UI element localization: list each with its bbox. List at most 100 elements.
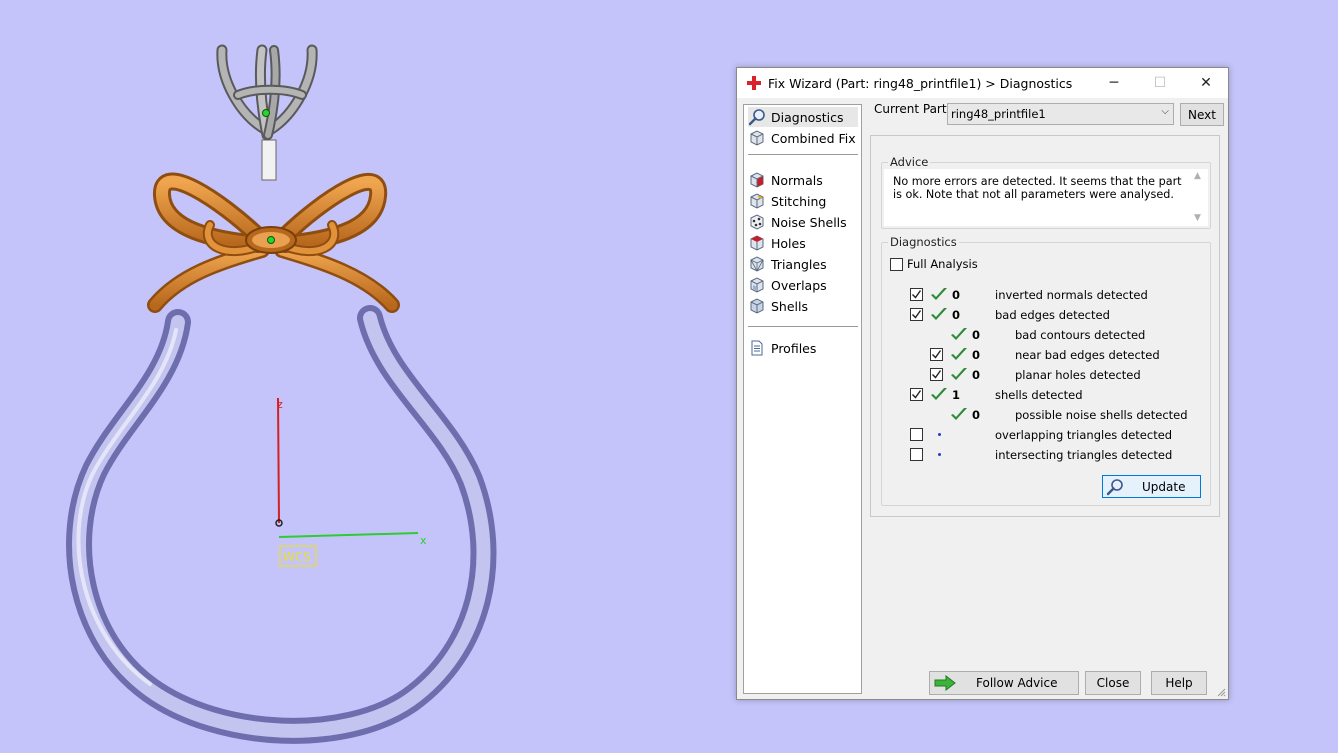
nav-label: Overlaps xyxy=(771,277,827,293)
bow xyxy=(147,172,400,313)
status-ok-icon xyxy=(931,388,947,400)
nav-item-stitching[interactable]: Stitching xyxy=(748,191,826,211)
nav-separator xyxy=(748,326,858,327)
diagnostic-count: 1 xyxy=(952,388,961,402)
status-ok-icon xyxy=(951,348,967,360)
resize-grip-icon[interactable] xyxy=(1216,687,1226,697)
diagnostic-count: 0 xyxy=(972,408,981,422)
normals-cube-icon xyxy=(750,172,764,188)
diagnostic-checkbox[interactable] xyxy=(930,368,943,381)
nav-item-shells[interactable]: Shells xyxy=(748,296,808,316)
diagnostic-row: intersecting triangles detected xyxy=(882,445,1202,465)
advice-scrollbar[interactable]: ▲ ▼ xyxy=(1191,169,1208,226)
nav-item-combined-fix[interactable]: Combined Fix xyxy=(748,128,856,148)
advice-textbox[interactable]: No more errors are detected. It seems th… xyxy=(884,169,1208,226)
chevron-down-icon: ⌵ xyxy=(1161,106,1169,117)
nav-item-diagnostics[interactable]: Diagnostics xyxy=(748,107,858,127)
window-title: Fix Wizard (Part: ring48_printfile1) > D… xyxy=(768,75,1073,91)
3d-viewport[interactable]: z x WCS xyxy=(0,0,700,753)
scroll-up-icon[interactable]: ▲ xyxy=(1194,171,1201,181)
full-analysis-option[interactable]: Full Analysis xyxy=(890,257,978,271)
advice-group: Advice No more errors are detected. It s… xyxy=(881,155,1211,229)
update-label: Update xyxy=(1142,479,1186,494)
nav-item-profiles[interactable]: Profiles xyxy=(748,338,816,358)
diagnostic-row: 0 inverted normals detected xyxy=(882,285,1202,305)
diagnostic-count: 0 xyxy=(972,368,981,382)
diagnostics-panel: Advice No more errors are detected. It s… xyxy=(870,135,1220,517)
status-not-run-icon xyxy=(938,453,941,456)
nav-item-noise-shells[interactable]: Noise Shells xyxy=(748,212,847,232)
checkmark-icon xyxy=(912,390,922,399)
full-analysis-checkbox[interactable] xyxy=(890,257,903,271)
status-ok-icon xyxy=(951,368,967,380)
maximize-button[interactable]: ☐ xyxy=(1137,68,1183,98)
diagnostic-checkbox[interactable] xyxy=(910,308,923,321)
status-not-run-icon xyxy=(938,433,941,436)
cube-icon xyxy=(750,130,764,146)
diagnostic-row: 0 bad edges detected xyxy=(882,305,1202,325)
diagnostic-label: possible noise shells detected xyxy=(1015,408,1188,422)
nav-separator xyxy=(748,154,858,155)
nav-label: Noise Shells xyxy=(771,214,847,230)
diagnostic-row: overlapping triangles detected xyxy=(882,425,1202,445)
checkmark-icon xyxy=(912,290,922,299)
help-button[interactable]: Help xyxy=(1151,671,1207,695)
next-button[interactable]: Next xyxy=(1180,103,1224,126)
diagnostic-label: near bad edges detected xyxy=(1015,348,1160,362)
diagnostics-title: Diagnostics xyxy=(888,235,959,249)
diagnostic-label: overlapping triangles detected xyxy=(995,428,1173,442)
nav-item-overlaps[interactable]: Overlaps xyxy=(748,275,827,295)
axis-z-label: z xyxy=(277,398,283,411)
red-cross-icon xyxy=(747,76,761,90)
diagnostic-checkbox[interactable] xyxy=(910,288,923,301)
diagnostic-row: 0 possible noise shells detected xyxy=(882,405,1202,425)
scroll-down-icon[interactable]: ▼ xyxy=(1194,213,1201,223)
diagnostic-row: 1 shells detected xyxy=(882,385,1202,405)
nav-label: Shells xyxy=(771,298,809,314)
advice-text: No more errors are detected. It seems th… xyxy=(893,175,1182,201)
diagnostic-checkbox[interactable] xyxy=(910,388,923,401)
diagnostic-checkbox[interactable] xyxy=(910,448,923,461)
nav-item-normals[interactable]: Normals xyxy=(748,170,823,190)
follow-advice-button[interactable]: Follow Advice xyxy=(929,671,1079,695)
axis-x-label: x xyxy=(420,534,427,547)
shells-cube-icon xyxy=(750,298,764,314)
diagnostic-count: 0 xyxy=(952,288,961,302)
update-button[interactable]: Update xyxy=(1102,475,1201,498)
current-part-select[interactable]: ring48_printfile1 ⌵ xyxy=(947,103,1174,125)
checkmark-icon xyxy=(932,350,942,359)
prong-setting xyxy=(216,44,318,181)
nav-item-triangles[interactable]: Triangles xyxy=(748,254,827,274)
diagnostic-checkbox[interactable] xyxy=(910,428,923,441)
close-button[interactable]: Close xyxy=(1085,671,1141,695)
minimize-button[interactable]: ─ xyxy=(1091,68,1137,98)
diagnostic-count: 0 xyxy=(972,328,981,342)
advice-title: Advice xyxy=(888,155,931,169)
stitching-cube-icon xyxy=(750,193,764,209)
diagnostic-label: bad edges detected xyxy=(995,308,1110,322)
coordinate-axes: z x WCS xyxy=(275,397,427,567)
nav-item-holes[interactable]: Holes xyxy=(748,233,806,253)
nav-label: Normals xyxy=(771,172,823,188)
diagnostic-checkbox[interactable] xyxy=(930,348,943,361)
diagnostic-label: shells detected xyxy=(995,388,1083,402)
nav-label: Combined Fix xyxy=(771,130,856,146)
status-ok-icon xyxy=(931,288,947,300)
diagnostic-count: 0 xyxy=(952,308,961,322)
nav-label: Holes xyxy=(771,235,806,251)
nav-label: Profiles xyxy=(771,340,817,356)
diagnostic-label: inverted normals detected xyxy=(995,288,1148,302)
overlaps-cube-icon xyxy=(750,277,764,293)
diagnostic-row: 0 planar holes detected xyxy=(882,365,1202,385)
close-window-button[interactable]: ✕ xyxy=(1183,68,1229,98)
wizard-navigation: Diagnostics Combined Fix Normals Stitchi… xyxy=(743,104,862,694)
nav-label: Triangles xyxy=(771,256,827,272)
diagnostic-label: planar holes detected xyxy=(1015,368,1141,382)
fix-wizard-dialog: Fix Wizard (Part: ring48_printfile1) > D… xyxy=(736,67,1229,700)
ring-model[interactable] xyxy=(66,44,497,744)
nav-label: Diagnostics xyxy=(771,109,844,125)
nav-label: Stitching xyxy=(771,193,827,209)
diagnostic-row: 0 bad contours detected xyxy=(882,325,1202,345)
wcs-label: WCS xyxy=(283,550,311,564)
title-bar[interactable]: Fix Wizard (Part: ring48_printfile1) > D… xyxy=(737,68,1228,98)
